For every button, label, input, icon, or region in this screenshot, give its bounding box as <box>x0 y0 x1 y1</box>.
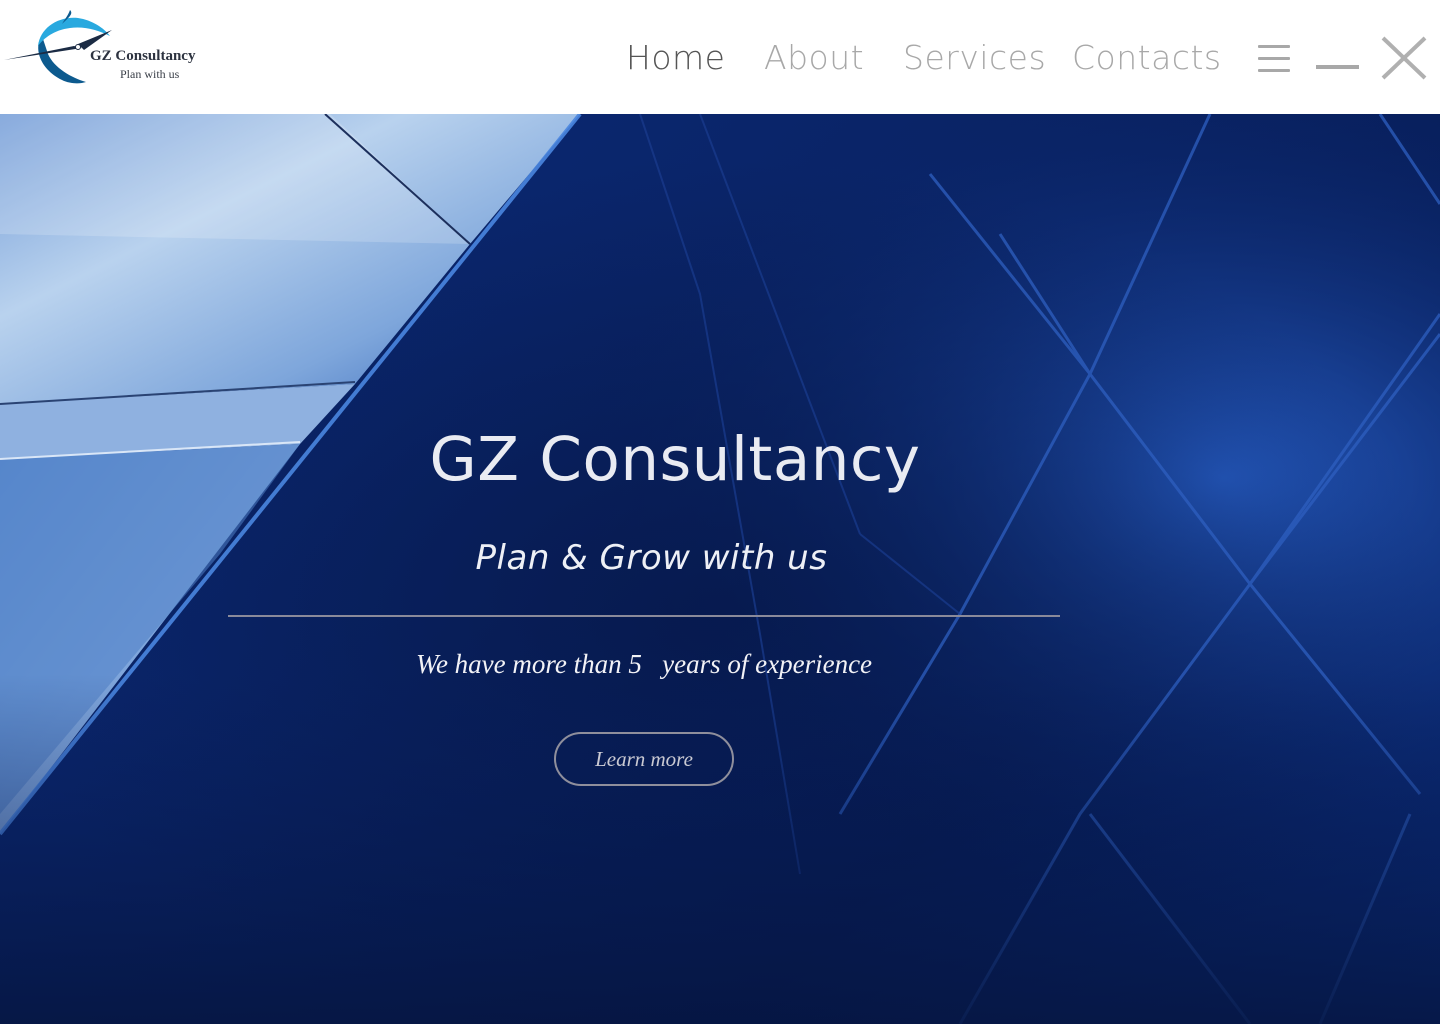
nav-item-contacts[interactable]: Contacts <box>1072 38 1222 77</box>
minimize-bar <box>1316 65 1359 69</box>
hero-divider <box>228 615 1060 617</box>
logo-title: GZ Consultancy <box>90 48 196 64</box>
experience-text: We have more than 5 years of experience <box>415 649 873 679</box>
close-icon[interactable] <box>1380 36 1428 80</box>
site-header: GZ Consultancy Plan with us Home About S… <box>0 0 1440 114</box>
hamburger-line <box>1258 57 1290 60</box>
hero-section: GZ Consultancy Plan & Grow with us We ha… <box>0 114 1440 1024</box>
nav-item-about[interactable]: About <box>764 38 864 77</box>
close-glyph <box>1381 36 1427 80</box>
learn-more-button[interactable]: Learn more <box>554 732 734 786</box>
minimize-icon[interactable] <box>1316 62 1360 72</box>
nav-item-services[interactable]: Services <box>903 38 1046 77</box>
logo-tagline: Plan with us <box>120 67 180 81</box>
hamburger-line <box>1258 45 1290 48</box>
hero-title: GZ Consultancy <box>429 424 921 495</box>
page: GZ Consultancy Plan with us Home About S… <box>0 0 1440 1024</box>
hero-subtitle: Plan & Grow with us <box>475 538 828 578</box>
logo[interactable]: GZ Consultancy Plan with us <box>2 6 222 90</box>
hamburger-line <box>1258 69 1290 72</box>
nav-item-home[interactable]: Home <box>626 38 725 77</box>
hamburger-icon[interactable] <box>1258 45 1290 73</box>
